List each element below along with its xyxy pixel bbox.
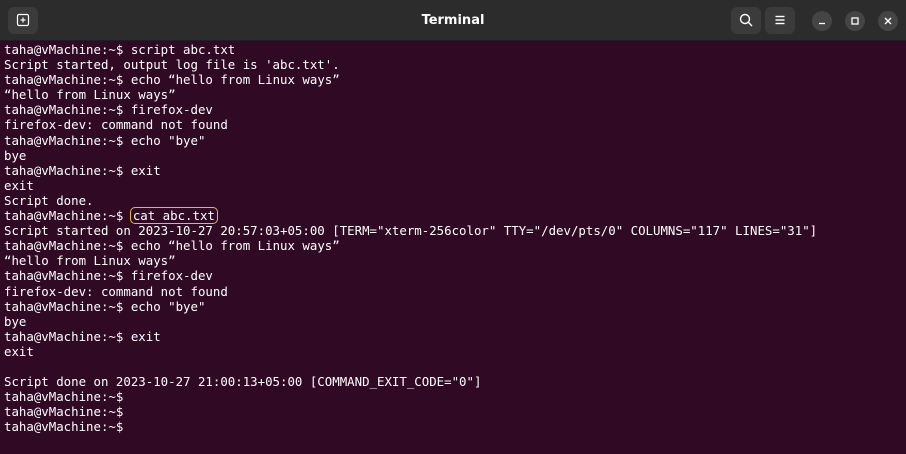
- output-line: Script done on 2023-10-27 21:00:13+05:00…: [4, 374, 902, 389]
- output-text: exit: [4, 343, 34, 359]
- output-text: Script done.: [4, 192, 94, 208]
- prompt-line: taha@vMachine:~$ echo "bye": [4, 133, 902, 148]
- output-text: firefox-dev: command not found: [4, 117, 228, 133]
- shell-prompt: taha@vMachine:~$: [4, 102, 131, 118]
- output-line: firefox-dev: command not found: [4, 284, 902, 299]
- search-icon: [739, 13, 753, 27]
- shell-prompt: taha@vMachine:~$: [4, 268, 131, 284]
- output-text: bye: [4, 147, 27, 163]
- hamburger-menu-icon: [775, 15, 785, 25]
- shell-prompt: taha@vMachine:~$: [4, 298, 131, 314]
- shell-prompt: taha@vMachine:~$: [4, 389, 131, 405]
- shell-prompt: taha@vMachine:~$: [4, 238, 131, 254]
- output-line: “hello from Linux ways”: [4, 253, 902, 268]
- output-line: bye: [4, 148, 902, 163]
- shell-prompt: taha@vMachine:~$: [4, 132, 131, 148]
- shell-prompt: taha@vMachine:~$: [4, 42, 131, 57]
- output-line: Script started on 2023-10-27 20:57:03+05…: [4, 223, 902, 238]
- search-button[interactable]: [731, 7, 761, 34]
- output-line: exit: [4, 344, 902, 359]
- output-text: “hello from Linux ways”: [4, 253, 176, 269]
- close-button[interactable]: [878, 11, 898, 31]
- prompt-line: taha@vMachine:~$ cat abc.txt: [4, 207, 902, 225]
- output-line: exit: [4, 178, 902, 193]
- output-line: firefox-dev: command not found: [4, 117, 902, 132]
- output-line: Script done.: [4, 193, 902, 208]
- command-text: firefox-dev: [130, 268, 213, 284]
- terminal-window: Terminal taha@vMachine:~$ script abc.txt…: [0, 0, 906, 454]
- terminal-output[interactable]: taha@vMachine:~$ script abc.txt Script st…: [4, 42, 902, 452]
- command-text: firefox-dev: [130, 102, 213, 118]
- highlighted-command: cat abc.txt: [129, 207, 218, 225]
- command-text: echo "bye": [130, 132, 206, 148]
- menu-button[interactable]: [765, 7, 795, 34]
- output-text: firefox-dev: command not found: [4, 283, 228, 299]
- maximize-icon: [851, 17, 859, 25]
- prompt-line: taha@vMachine:~$ script abc.txt: [4, 42, 902, 57]
- command-text: exit: [130, 162, 161, 178]
- output-line: Script started, output log file is 'abc.…: [4, 57, 902, 72]
- close-icon: [884, 17, 892, 25]
- prompt-line: taha@vMachine:~$ firefox-dev: [4, 268, 902, 283]
- output-line: “hello from Linux ways”: [4, 87, 902, 102]
- shell-prompt: taha@vMachine:~$: [4, 162, 131, 178]
- prompt-line: taha@vMachine:~$ exit: [4, 163, 902, 178]
- prompt-line: taha@vMachine:~$ echo “hello from Linux …: [4, 238, 902, 253]
- shell-prompt: taha@vMachine:~$: [4, 404, 131, 420]
- output-text: “hello from Linux ways”: [4, 87, 176, 103]
- command-text: script abc.txt: [130, 42, 236, 57]
- output-line: bye: [4, 314, 902, 329]
- shell-prompt: taha@vMachine:~$: [4, 419, 131, 435]
- output-text: Script started on 2023-10-27 20:57:03+05…: [4, 223, 818, 239]
- output-text: Script done on 2023-10-27 21:00:13+05:00…: [4, 374, 482, 390]
- prompt-line: taha@vMachine:~$: [4, 389, 902, 404]
- prompt-line: taha@vMachine:~$ exit: [4, 329, 902, 344]
- command-text: exit: [130, 328, 161, 344]
- output-text: bye: [4, 313, 27, 329]
- prompt-line: taha@vMachine:~$: [4, 419, 902, 434]
- shell-prompt: taha@vMachine:~$: [4, 72, 131, 88]
- prompt-line: taha@vMachine:~$: [4, 404, 902, 419]
- command-text: echo “hello from Linux ways”: [130, 238, 340, 254]
- prompt-line: taha@vMachine:~$ echo "bye": [4, 299, 902, 314]
- title-bar: Terminal: [0, 0, 906, 41]
- output-text: exit: [4, 177, 34, 193]
- command-text: echo “hello from Linux ways”: [130, 72, 340, 88]
- command-text: echo "bye": [130, 298, 206, 314]
- shell-prompt: taha@vMachine:~$: [4, 328, 131, 344]
- prompt-line: taha@vMachine:~$ echo “hello from Linux …: [4, 72, 902, 87]
- maximize-button[interactable]: [845, 11, 865, 31]
- shell-prompt: taha@vMachine:~$: [4, 208, 131, 224]
- prompt-line: taha@vMachine:~$ firefox-dev: [4, 102, 902, 117]
- output-text: Script started, output log file is 'abc.…: [4, 57, 340, 73]
- minimize-button[interactable]: [812, 11, 832, 31]
- minimize-icon: [819, 22, 825, 25]
